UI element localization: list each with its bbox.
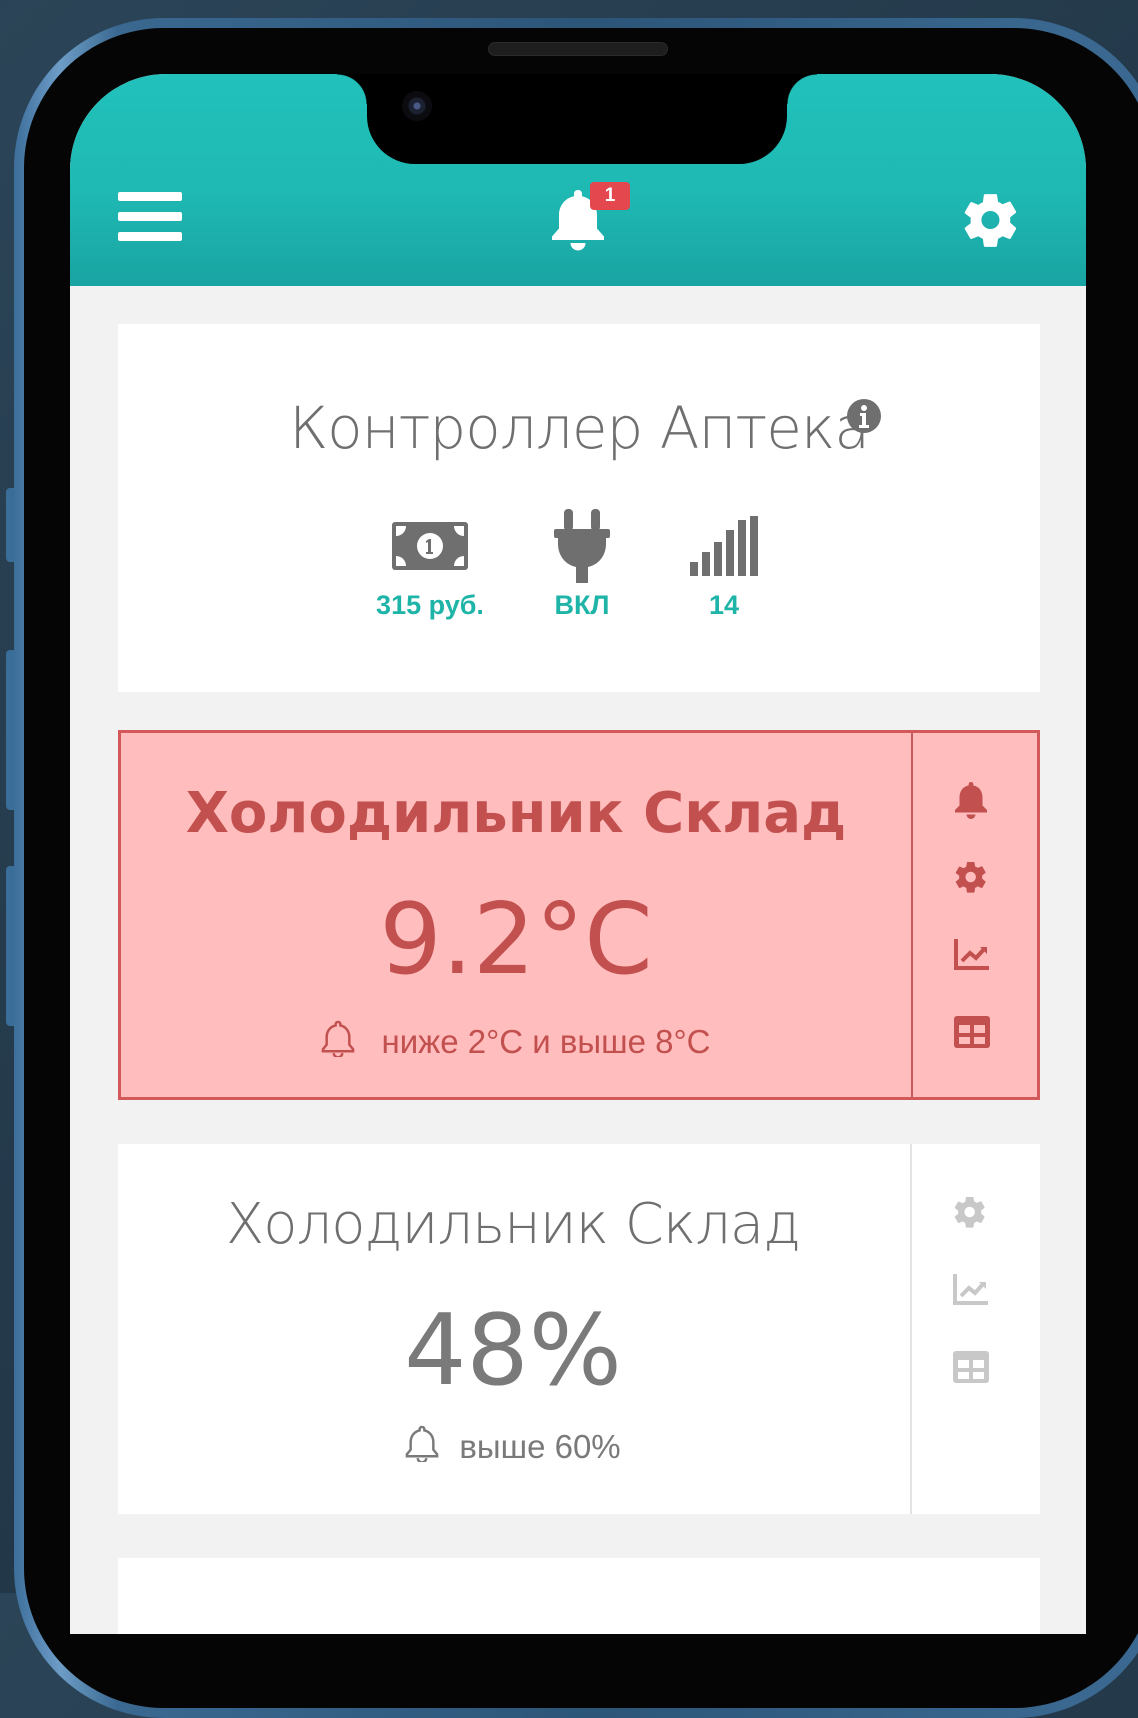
balance-stat: 315 руб. (360, 510, 500, 621)
threshold-text: ниже 2°C и выше 8°C (381, 1023, 711, 1060)
sensor-card-humidity[interactable]: Холодильник Склад 48% выше 60% (118, 1144, 1040, 1514)
sensor-actions (911, 733, 1039, 1097)
table-icon[interactable] (953, 1015, 991, 1053)
camera-icon (402, 91, 432, 121)
balance-value: 315 руб. (376, 590, 484, 620)
gear-icon[interactable] (952, 1194, 990, 1232)
speaker-grille (488, 42, 668, 56)
sensor-actions (910, 1144, 1038, 1514)
power-value: ВКЛ (554, 590, 610, 620)
threshold-text: выше 60% (459, 1428, 621, 1465)
sensor-threshold: ниже 2°C и выше 8°C (121, 1019, 911, 1065)
hamburger-icon[interactable] (118, 192, 182, 242)
notification-badge: 1 (590, 182, 630, 210)
notch (337, 74, 817, 164)
info-icon[interactable] (846, 398, 882, 434)
controller-card: Контроллер Аптека 315 руб. ВКЛ 14 (118, 324, 1040, 692)
signal-value: 14 (708, 590, 740, 620)
bell-outline-icon (321, 1019, 355, 1065)
sensor-title: Холодильник Склад (185, 781, 847, 846)
signal-stat: 14 (654, 510, 794, 621)
power-stat: ВКЛ (512, 509, 652, 621)
plug-icon (512, 509, 652, 583)
sensor-threshold: выше 60% (118, 1424, 908, 1470)
controller-title: Контроллер Аптека (289, 394, 870, 462)
app-screen: 1 Контроллер Аптека 315 руб. ВКЛ 14 Холо… (70, 74, 1086, 1634)
bell-icon[interactable] (953, 781, 991, 819)
sensor-card-next[interactable] (118, 1558, 1040, 1634)
sensor-card-temperature[interactable]: Холодильник Склад 9.2°C ниже 2°C и выше … (118, 730, 1040, 1100)
money-bill-icon (360, 510, 500, 582)
sensor-value: 9.2°C (379, 883, 653, 997)
bell-outline-icon (405, 1424, 439, 1470)
sensor-title: Холодильник Склад (225, 1192, 801, 1257)
chart-icon[interactable] (952, 1272, 990, 1310)
gear-icon[interactable] (953, 859, 991, 897)
sensor-value: 48% (404, 1294, 622, 1408)
gear-icon[interactable] (960, 189, 1022, 251)
signal-icon (654, 510, 794, 582)
table-icon[interactable] (952, 1350, 990, 1388)
chart-icon[interactable] (953, 937, 991, 975)
